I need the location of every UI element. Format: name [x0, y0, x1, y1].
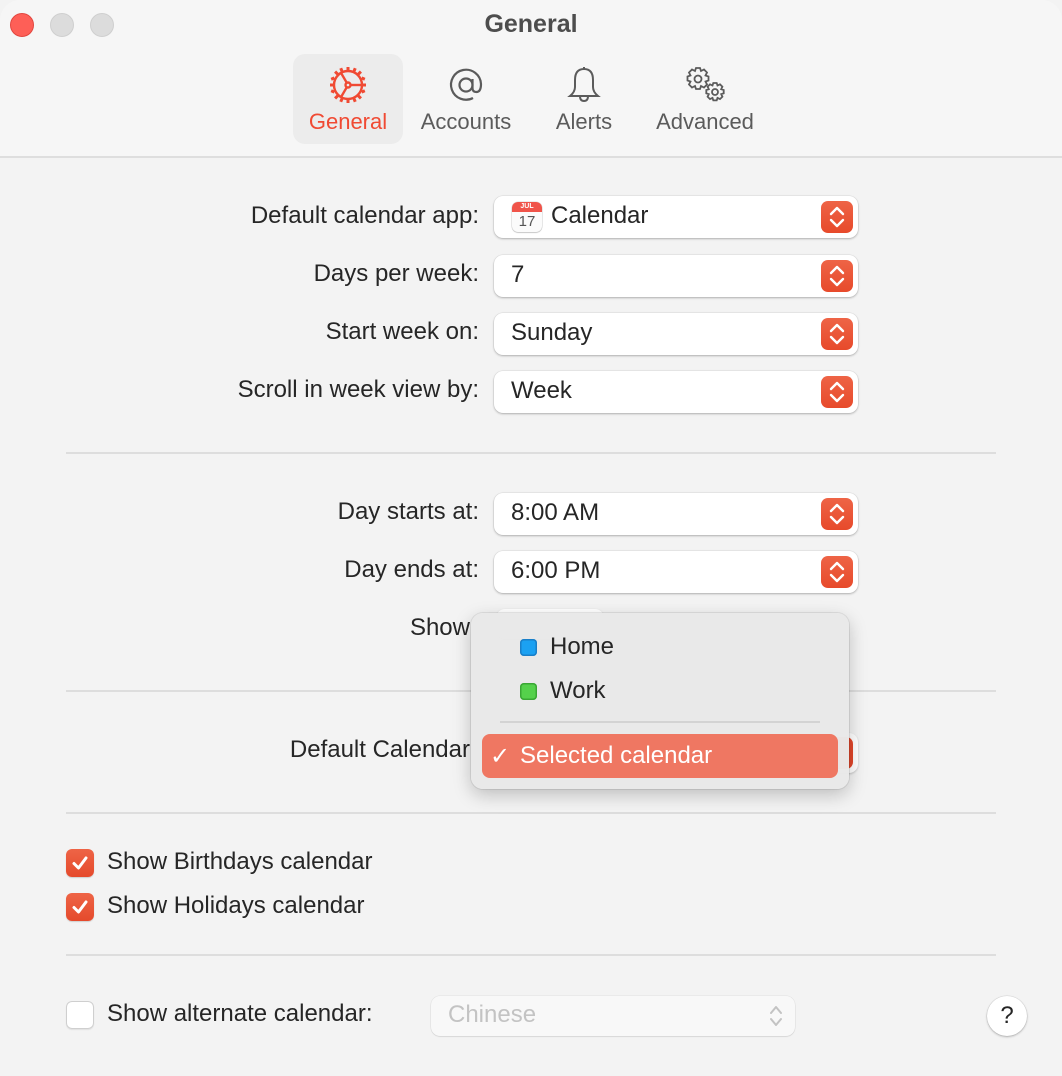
tab-accounts[interactable]: Accounts	[410, 54, 522, 144]
calendar-app-icon: JUL 17	[512, 202, 542, 232]
menu-item-label: Work	[550, 677, 606, 704]
days-per-week-popup[interactable]: 7	[494, 255, 858, 297]
menu-item-label: Home	[550, 633, 615, 660]
days-per-week-label: Days per week:	[313, 260, 479, 287]
menu-item-label: Selected calendar	[520, 742, 713, 769]
alternate-calendar-checkbox[interactable]	[66, 1001, 94, 1029]
day-ends-at-popup[interactable]: 6:00 PM	[494, 551, 858, 593]
tab-advanced[interactable]: Advanced	[646, 54, 764, 144]
toolbar: General General Accounts Alerts Advanced	[0, 0, 1062, 158]
popup-value: Chinese	[448, 1001, 537, 1028]
gears-icon	[686, 67, 725, 102]
work-color-swatch-icon	[520, 683, 537, 700]
up-down-chevron-icon	[770, 1006, 782, 1026]
day-starts-at-popup[interactable]: 8:00 AM	[494, 493, 858, 535]
up-down-chevron-icon	[821, 376, 853, 408]
gear-wheel-icon	[330, 67, 366, 103]
menu-item-home[interactable]: Home	[481, 626, 837, 668]
popup-value: 7	[511, 261, 525, 288]
tab-label: Alerts	[555, 109, 613, 134]
menu-item-selected-calendar[interactable]: ✓ Selected calendar	[482, 734, 838, 778]
window-title: General	[484, 10, 578, 38]
checkmark-icon	[72, 856, 88, 870]
tab-label: Accounts	[420, 109, 512, 134]
holidays-checkbox-label[interactable]: Show Holidays calendar	[107, 892, 364, 920]
up-down-chevron-icon	[821, 260, 853, 292]
day-starts-at-label: Day starts at:	[337, 498, 479, 525]
home-color-swatch-icon	[520, 639, 537, 656]
calendar-icon-month: JUL	[512, 202, 542, 212]
up-down-chevron-icon	[821, 556, 853, 588]
popup-value: Week	[511, 377, 572, 404]
tab-alerts[interactable]: Alerts	[544, 54, 624, 144]
popup-value: Calendar	[551, 202, 649, 229]
birthdays-checkbox[interactable]	[66, 849, 94, 877]
start-week-on-label: Start week on:	[325, 318, 479, 345]
tab-label: Advanced	[656, 109, 754, 134]
alternate-calendar-checkbox-label[interactable]: Show alternate calendar:	[107, 1000, 373, 1028]
tab-label: General	[308, 109, 388, 134]
calendar-dropdown-menu: Home Work ✓ Selected calendar	[471, 613, 849, 789]
alternate-calendar-popup[interactable]: Chinese	[431, 996, 795, 1036]
holidays-checkbox[interactable]	[66, 893, 94, 921]
section-divider	[66, 812, 996, 814]
show-label: Show	[409, 614, 470, 641]
up-down-chevron-icon	[821, 318, 853, 350]
scroll-week-view-popup[interactable]: Week	[494, 371, 858, 413]
checkmark-icon: ✓	[490, 743, 511, 770]
help-button[interactable]: ?	[987, 996, 1027, 1036]
calendar-icon-day: 17	[518, 213, 536, 230]
tab-general[interactable]: General	[293, 54, 403, 144]
up-down-chevron-icon	[821, 201, 853, 233]
birthdays-checkbox-label[interactable]: Show Birthdays calendar	[107, 848, 372, 876]
default-calendar-label: Default Calendar	[289, 736, 470, 763]
popup-value: 8:00 AM	[511, 499, 600, 526]
bell-icon	[567, 67, 601, 103]
default-calendar-app-label: Default calendar app:	[250, 202, 479, 229]
up-down-chevron-icon	[821, 498, 853, 530]
popup-value: Sunday	[511, 319, 593, 346]
popup-value: 6:00 PM	[511, 557, 601, 584]
at-sign-icon	[449, 68, 483, 101]
section-divider	[66, 954, 996, 956]
menu-item-work[interactable]: Work	[481, 670, 837, 712]
menu-separator	[500, 721, 820, 723]
day-ends-at-label: Day ends at:	[344, 556, 479, 583]
default-calendar-app-popup[interactable]: JUL 17 Calendar	[494, 196, 858, 238]
preferences-window: General General Accounts Alerts Advanced…	[0, 0, 1062, 1076]
scroll-week-view-label: Scroll in week view by:	[237, 376, 479, 403]
start-week-on-popup[interactable]: Sunday	[494, 313, 858, 355]
checkmark-icon	[72, 900, 88, 914]
section-divider	[66, 452, 996, 454]
